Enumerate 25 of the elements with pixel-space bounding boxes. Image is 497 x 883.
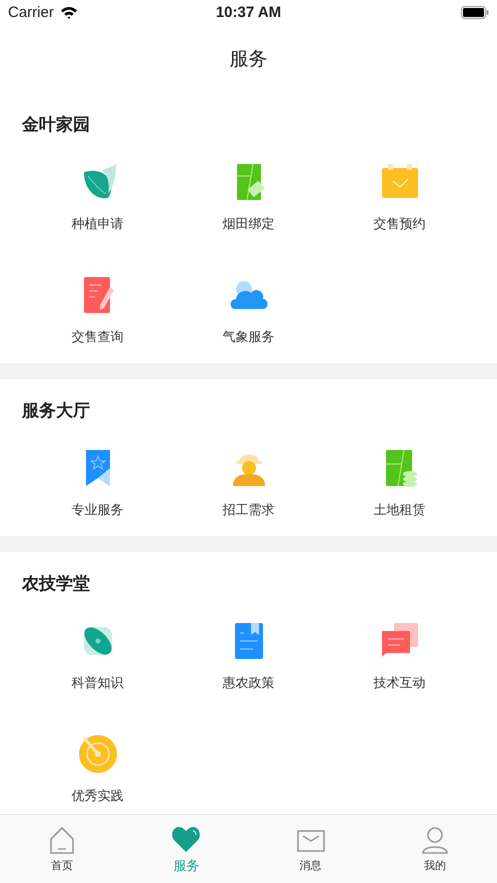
carrier-label: Carrier xyxy=(8,4,54,21)
tab-item[interactable]: 我的 xyxy=(372,815,497,883)
service-link[interactable]: 专业服务 xyxy=(72,501,124,521)
tab-item[interactable]: 首页 xyxy=(0,815,124,883)
section-title: 农技学堂 xyxy=(22,573,91,596)
service-link[interactable]: 招工需求 xyxy=(222,501,274,521)
section-title: 服务大厅 xyxy=(22,400,91,423)
service-link[interactable]: 交售预约 xyxy=(374,215,426,235)
service-link[interactable]: 种植申请 xyxy=(72,215,124,235)
person-icon xyxy=(420,825,450,855)
service-link[interactable]: 交售查询 xyxy=(72,328,124,348)
target-icon[interactable] xyxy=(78,734,118,774)
service-link[interactable]: 优秀实践 xyxy=(72,787,124,807)
page-title: 服务 xyxy=(230,47,268,72)
service-link[interactable]: 土地租赁 xyxy=(374,501,426,521)
tab-item[interactable]: 消息 xyxy=(248,815,373,883)
service-link[interactable]: 惠农政策 xyxy=(222,674,274,694)
service-link[interactable]: 烟田绑定 xyxy=(222,215,274,235)
service-link[interactable]: 气象服务 xyxy=(222,328,274,348)
service-link[interactable]: 科普知识 xyxy=(72,674,124,694)
section-title: 金叶家园 xyxy=(22,114,91,137)
status-time: 10:37 AM xyxy=(216,4,282,21)
battery-icon xyxy=(461,6,489,19)
wifi-icon xyxy=(60,6,78,19)
service-link[interactable]: 技术互动 xyxy=(374,674,426,694)
